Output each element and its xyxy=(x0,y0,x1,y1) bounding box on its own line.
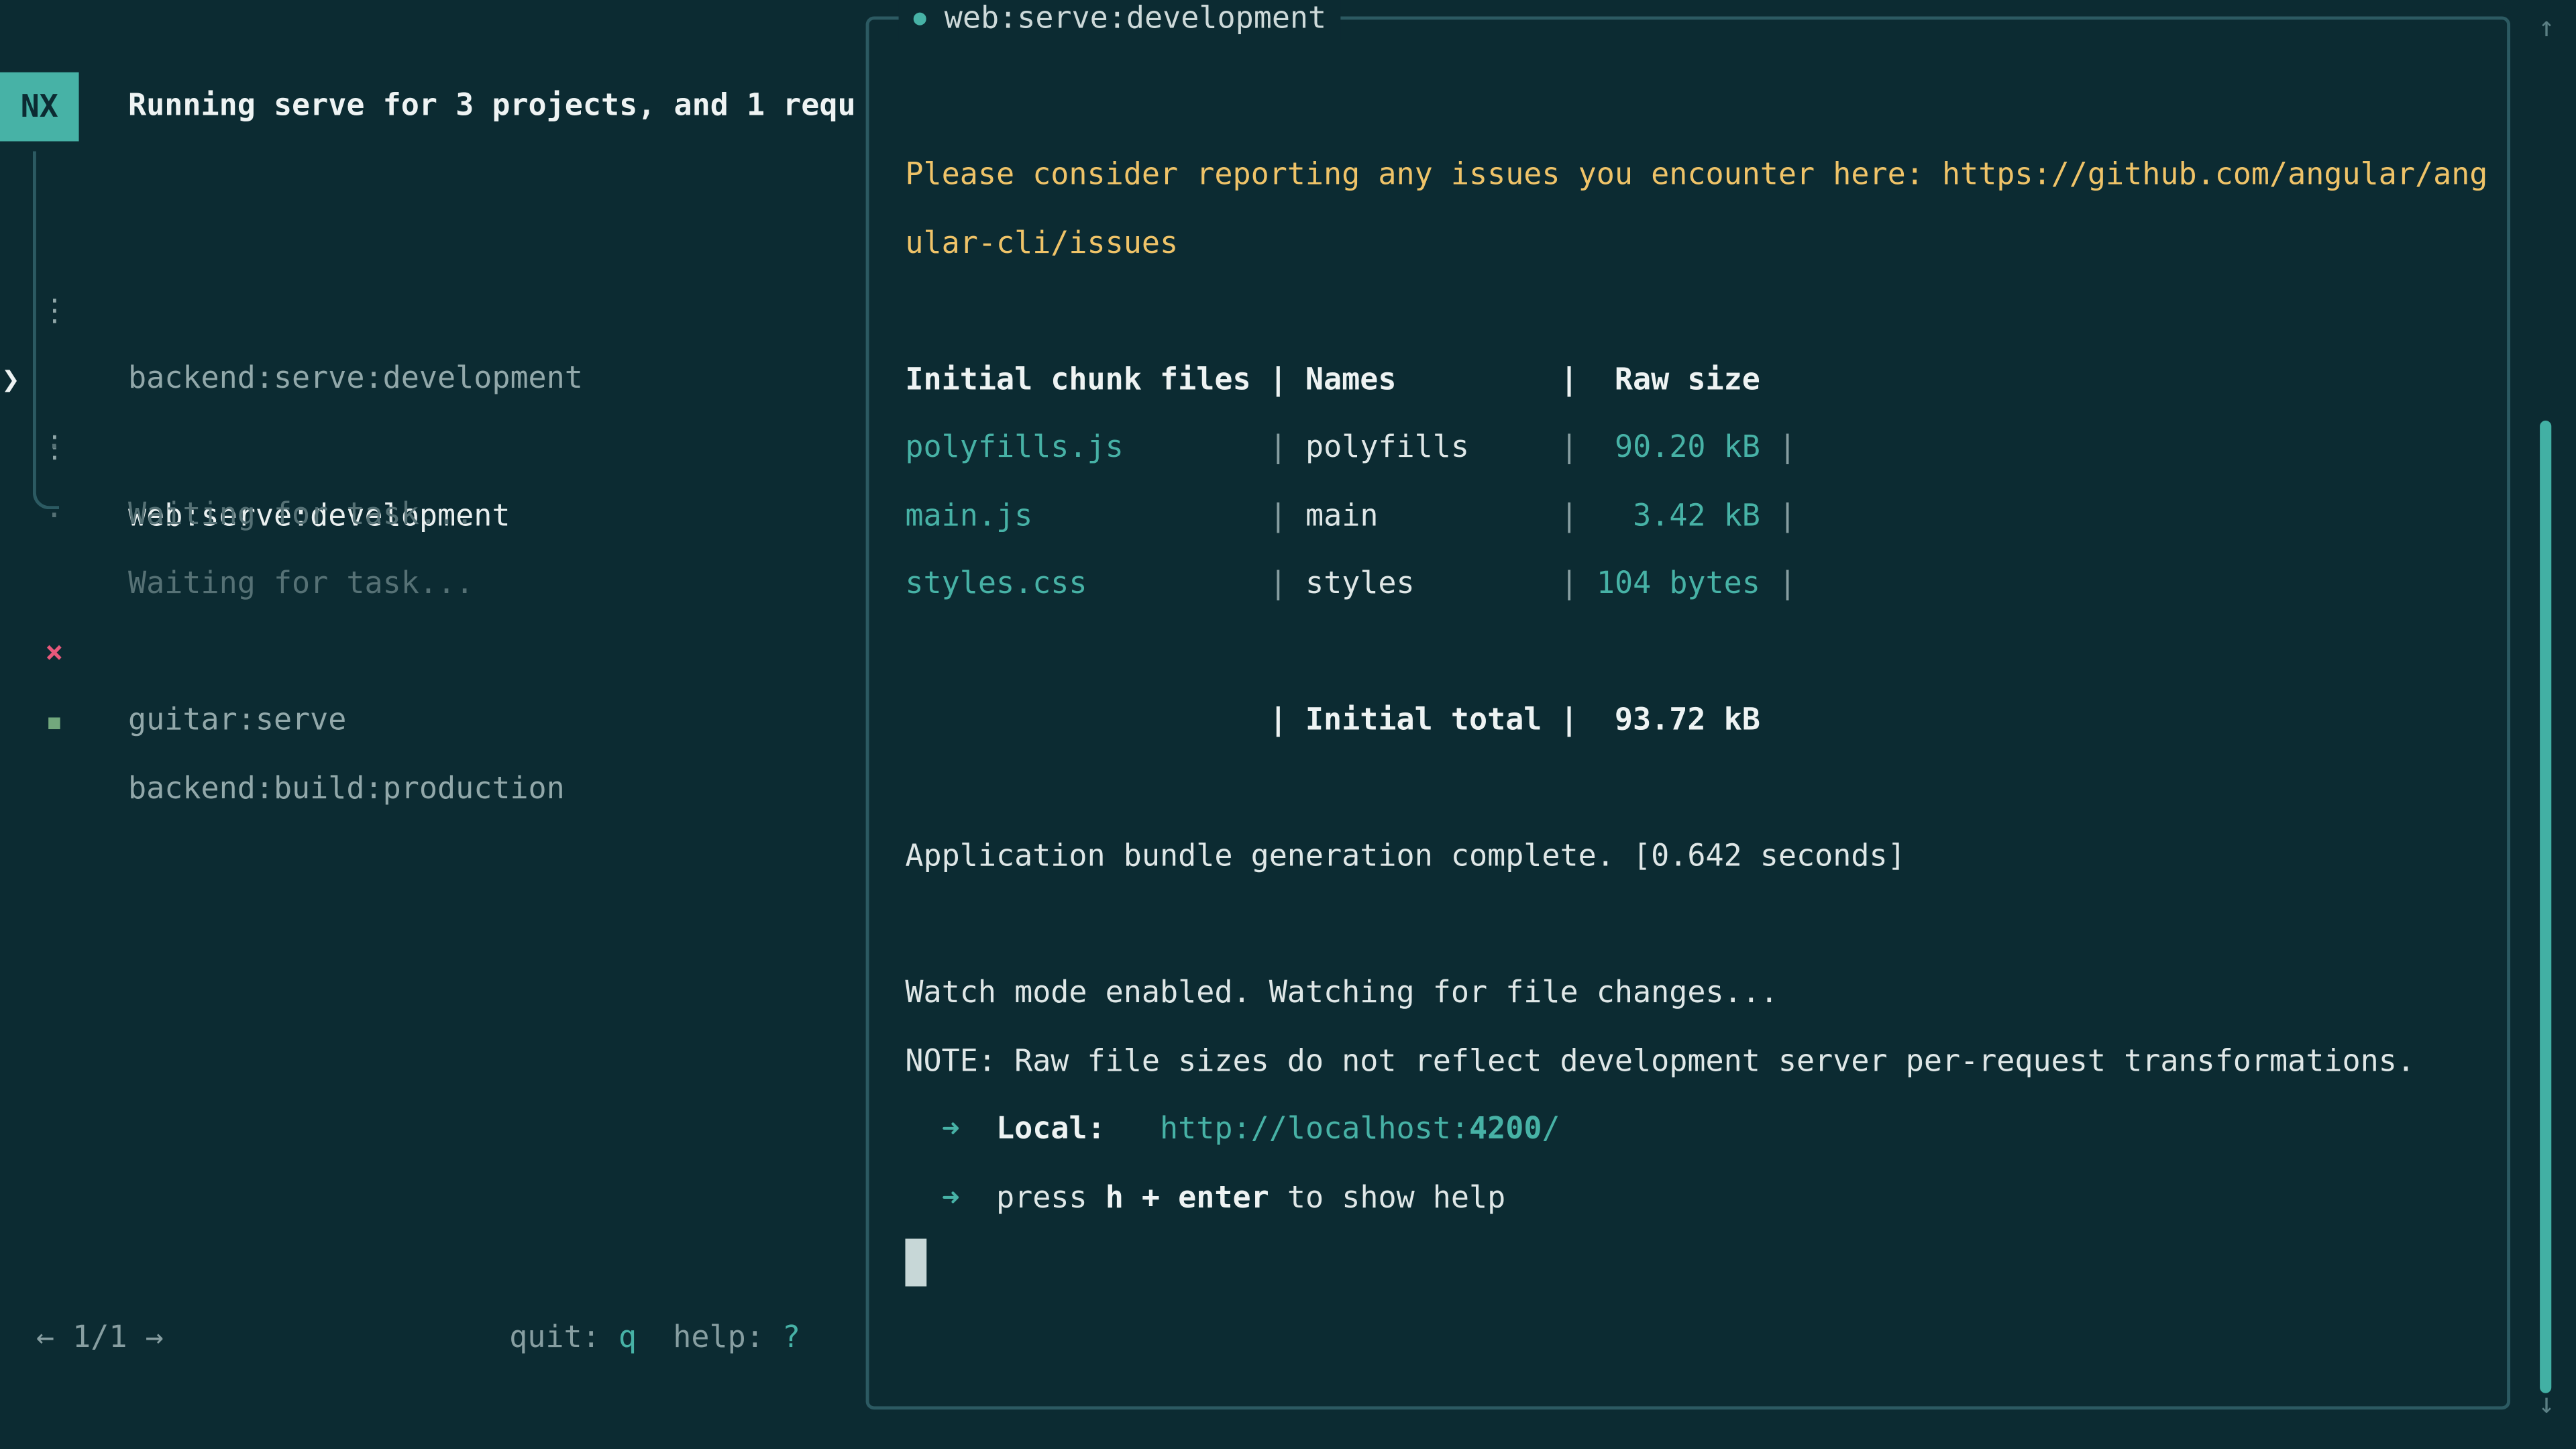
scrollbar-up-icon[interactable]: ↑ xyxy=(2524,5,2570,51)
issue-notice-line-2[interactable]: ular-cli/issues xyxy=(905,209,2497,278)
chunk-file-cell: main.js xyxy=(905,498,1269,533)
blank-line xyxy=(905,278,2497,346)
task-waiting-1[interactable]: · Waiting for task... xyxy=(0,345,109,413)
chunk-size-cell: 90.20 kB xyxy=(1578,431,1778,465)
task-label: backend:build:production xyxy=(128,756,565,824)
localhost-link[interactable]: http://localhost:4200/ xyxy=(1106,1112,1560,1146)
terminal-output: Please consider reporting any issues you… xyxy=(905,142,2497,1400)
stopped-square-icon: ▪ xyxy=(40,688,69,756)
column-divider: | xyxy=(1778,498,1796,533)
arrow-icon: ➜ xyxy=(905,1181,996,1215)
output-panel: ●web:serve:development Please consider r… xyxy=(866,16,2510,1409)
quit-label: quit: xyxy=(509,1321,619,1355)
panel-title-label: web:serve:development xyxy=(945,1,1326,36)
task-guitar-serve[interactable]: × guitar:serve xyxy=(0,550,109,619)
chunk-size-cell: 3.42 kB xyxy=(1578,498,1778,533)
header-title: Running serve for 3 projects, and 1 requ xyxy=(128,72,866,142)
nx-tui-window: NX Running serve for 3 projects, and 1 r… xyxy=(0,0,2576,1449)
column-divider: | xyxy=(1778,567,1796,601)
help-keys: h + enter xyxy=(1106,1181,1269,1215)
nx-logo: NX xyxy=(0,72,79,142)
quit-key: q xyxy=(619,1321,637,1355)
chunk-file-cell: styles.css xyxy=(905,567,1269,601)
column-divider: | xyxy=(1560,431,1578,465)
column-divider: | xyxy=(1269,431,1287,465)
task-label: guitar:serve xyxy=(128,687,346,755)
watch-mode-text: Watch mode enabled. Watching for file ch… xyxy=(905,959,2497,1028)
column-divider: | xyxy=(1778,431,1796,465)
chunk-row-styles: styles.css | styles | 104 bytes | xyxy=(905,550,2497,619)
arrow-icon: ➜ xyxy=(905,1112,996,1146)
column-divider: | xyxy=(1560,498,1578,533)
column-divider: | xyxy=(1560,567,1578,601)
chunk-size-cell: 104 bytes xyxy=(1578,567,1778,601)
note-text: NOTE: Raw file sizes do not reflect deve… xyxy=(905,1028,2497,1096)
task-label: Waiting for task... xyxy=(128,550,474,619)
panel-title: ● web:serve:development xyxy=(899,0,1342,43)
local-url-line: ➜ Local: http://localhost:4200/ xyxy=(905,1095,2497,1164)
blank-line xyxy=(905,619,2497,687)
task-backend-serve[interactable]: ⋮ backend:serve:development xyxy=(0,209,109,277)
task-sidebar: NX Running serve for 3 projects, and 1 r… xyxy=(0,0,866,1449)
help-hint-line: ➜ press h + enter to show help xyxy=(905,1164,2497,1232)
chunk-name-cell: main xyxy=(1287,498,1560,533)
issue-notice-line-1[interactable]: Please consider reporting any issues you… xyxy=(905,142,2497,210)
blank-line xyxy=(905,892,2497,960)
column-divider: | xyxy=(1269,498,1287,533)
chunk-name-cell: polyfills xyxy=(1287,431,1560,465)
localhost-port: 4200 xyxy=(1469,1112,1542,1146)
initial-total-row: | Initial total | 93.72 kB xyxy=(905,687,2497,755)
terminal-cursor xyxy=(905,1239,926,1287)
local-label: Local: xyxy=(996,1112,1106,1146)
chunk-file-cell: polyfills.js xyxy=(905,431,1269,465)
task-web-serve[interactable]: ❯ ⋮ web:serve:development xyxy=(0,278,109,346)
pagination: ← 1/1 → xyxy=(36,1304,164,1373)
chunk-row-polyfills: polyfills.js | polyfills | 90.20 kB | xyxy=(905,414,2497,482)
chunk-table-header: Initial chunk files | Names | Raw size xyxy=(905,346,2497,415)
task-backend-build[interactable]: ▪ backend:build:production xyxy=(0,619,109,688)
task-label: Waiting for task... xyxy=(128,482,474,550)
localhost-host: http://localhost: xyxy=(1106,1112,1469,1146)
help-prefix: press xyxy=(996,1181,1106,1215)
scrollbar-thumb[interactable] xyxy=(2540,421,2551,1393)
chunk-row-main: main.js | main | 3.42 kB | xyxy=(905,482,2497,551)
cursor-line xyxy=(905,1232,2497,1301)
help-suffix: to show help xyxy=(1269,1181,1506,1215)
help-key: ? xyxy=(782,1321,800,1355)
bundle-complete-text: Application bundle generation complete. … xyxy=(905,823,2497,892)
blank-line xyxy=(905,755,2497,823)
task-label: backend:serve:development xyxy=(128,345,583,413)
keyboard-hints: quit: q help: ? xyxy=(509,1304,800,1373)
column-divider: | xyxy=(1269,567,1287,601)
waiting-dot-icon: · xyxy=(40,482,69,551)
chunk-name-cell: styles xyxy=(1287,567,1560,601)
help-label: help: xyxy=(637,1321,782,1355)
status-dot-icon: ● xyxy=(914,7,926,32)
task-waiting-2[interactable]: · Waiting for task... xyxy=(0,414,109,482)
scrollbar-down-icon[interactable]: ↓ xyxy=(2524,1382,2570,1428)
localhost-slash: / xyxy=(1542,1112,1560,1146)
